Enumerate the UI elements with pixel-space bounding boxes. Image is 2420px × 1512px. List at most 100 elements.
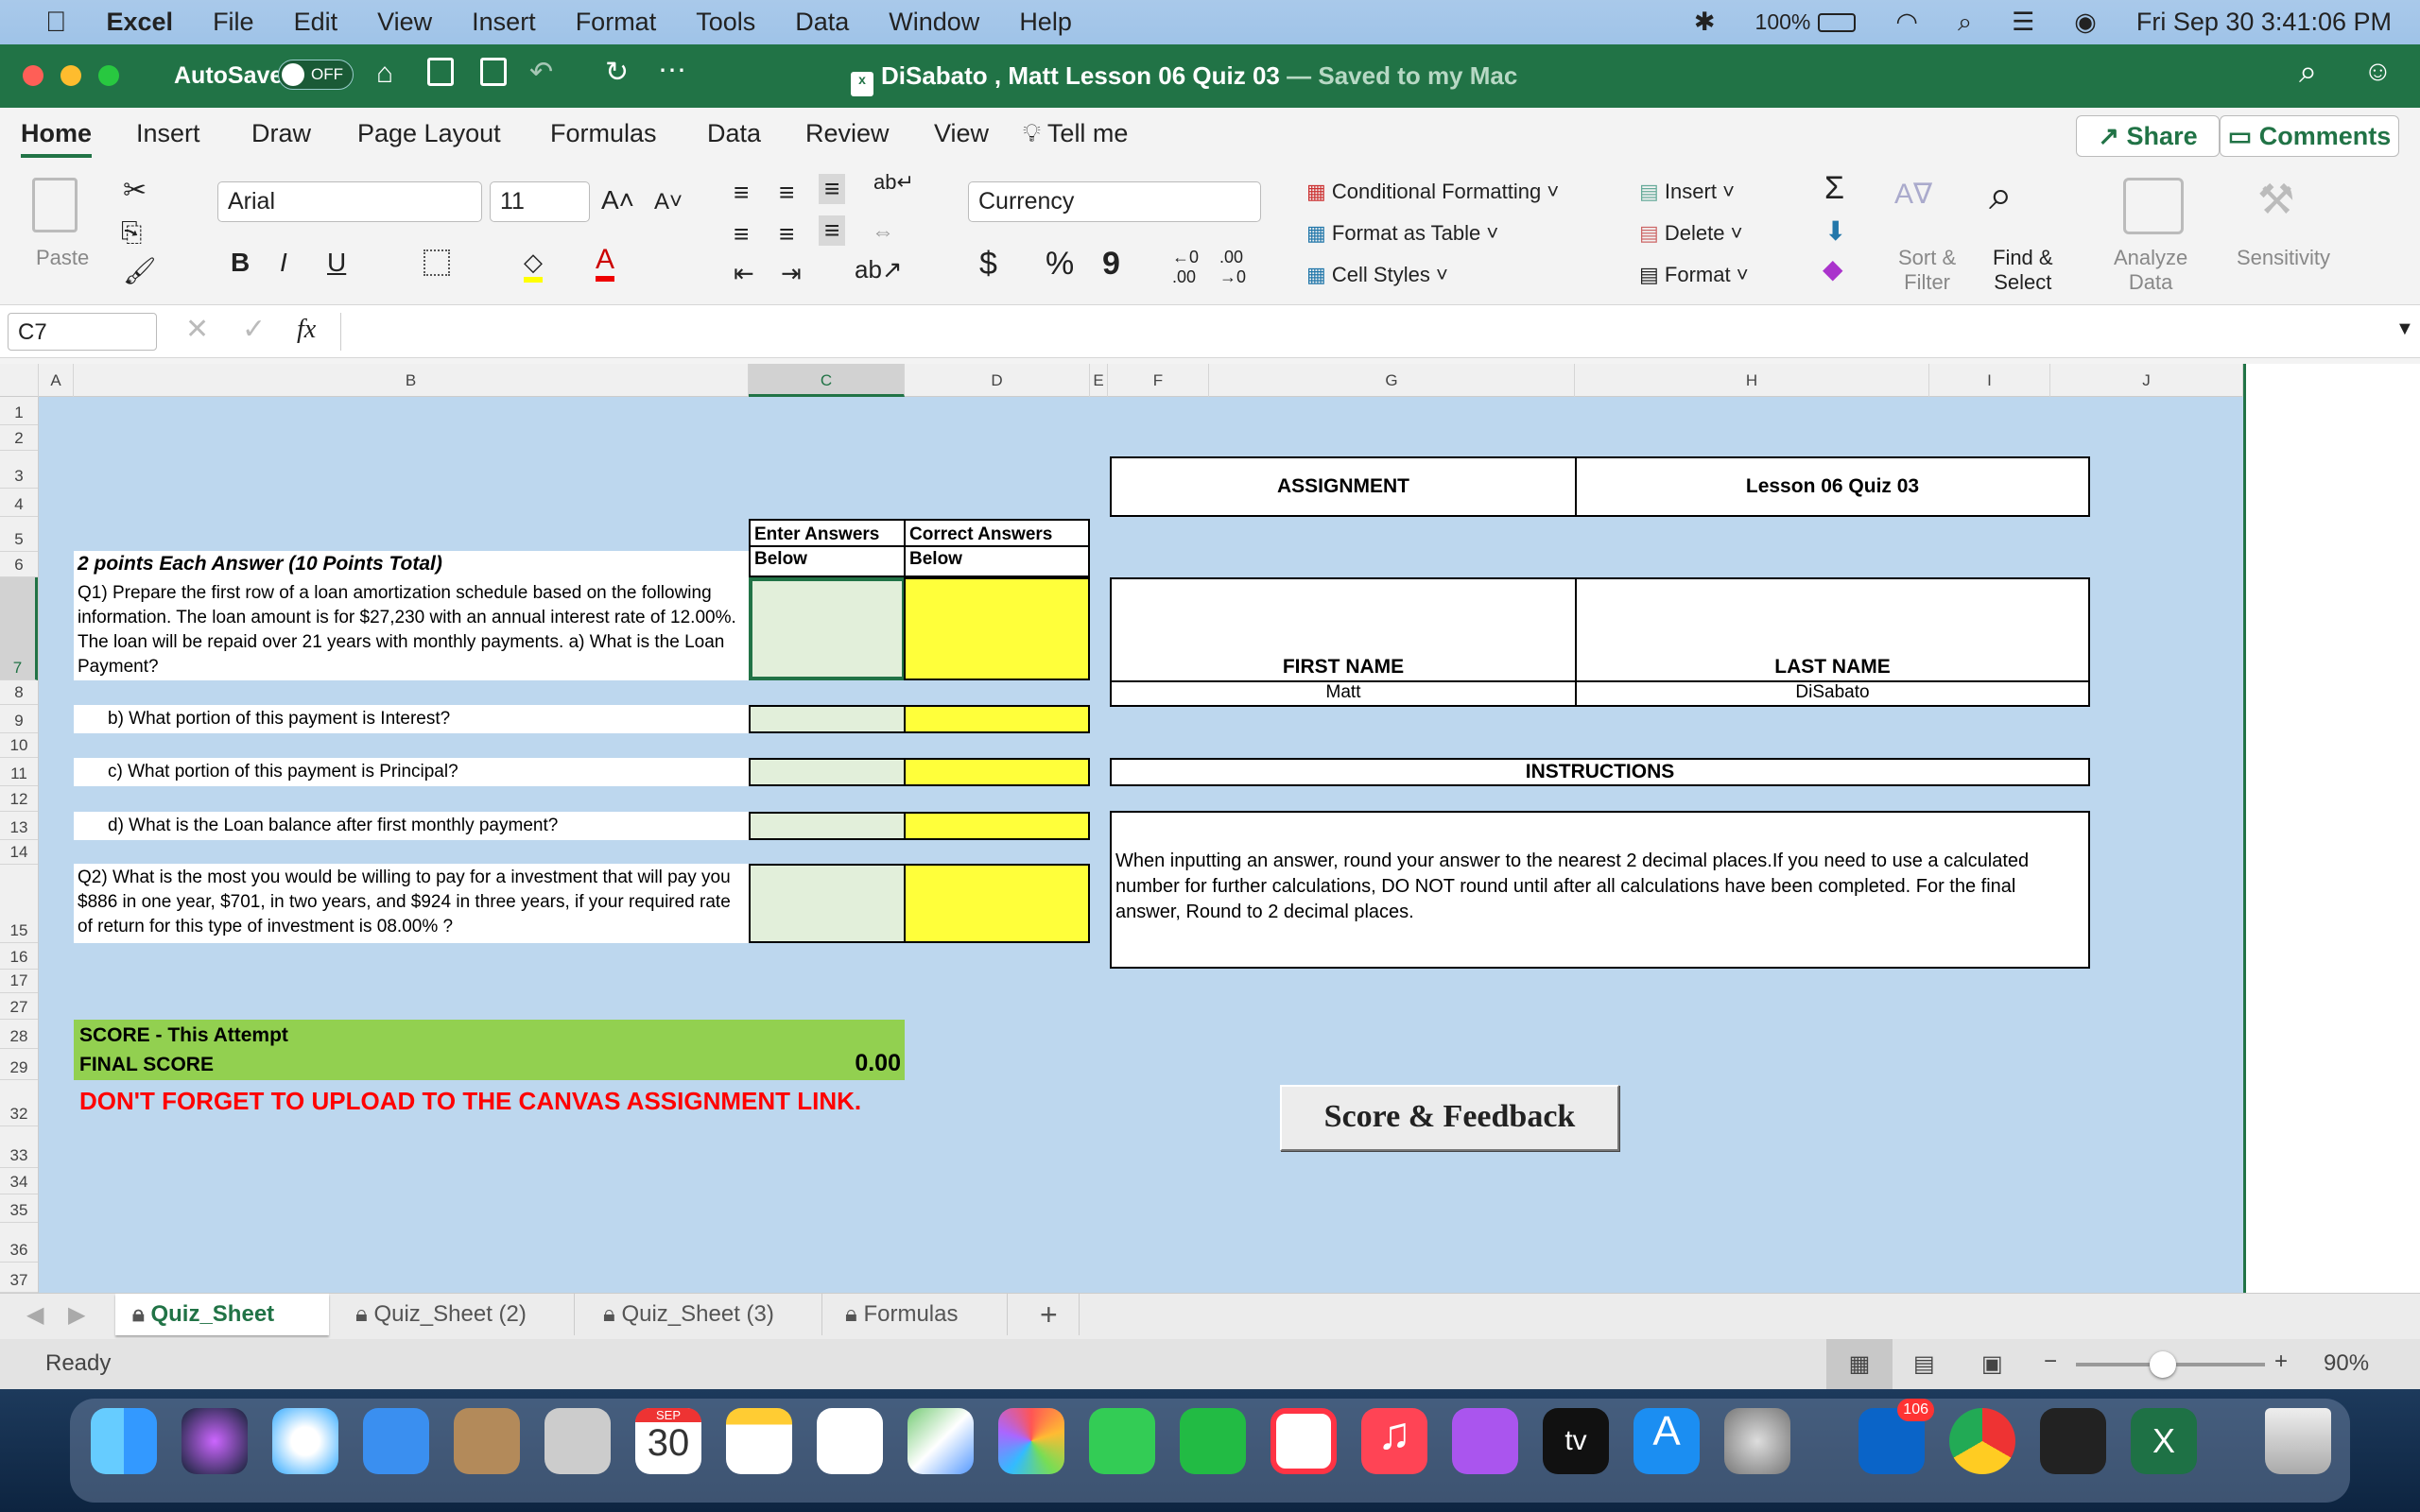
menu-data[interactable]: Data [795, 8, 849, 37]
normal-view-button[interactable]: ▦ [1826, 1339, 1893, 1389]
menu-format[interactable]: Format [576, 8, 657, 37]
sensitivity-button[interactable]: Sensitivity [2237, 246, 2330, 270]
format-as-table-button[interactable]: ▦ Format as Table ˅ [1306, 221, 1498, 246]
analyze-data-icon[interactable] [2123, 178, 2184, 234]
sheet-tab-quiz-sheet-3[interactable]: 🔒︎ Quiz_Sheet (3) [586, 1294, 822, 1335]
row-header-4[interactable]: 4 [0, 489, 38, 517]
align-center-icon[interactable]: ≡ [779, 219, 794, 249]
cancel-icon[interactable]: ✕ [185, 313, 209, 346]
redo-icon[interactable]: ↻ [605, 56, 629, 89]
autosum-icon[interactable]: Σ [1824, 170, 1844, 207]
decrease-font-icon[interactable]: A˅ [654, 189, 683, 215]
orientation-icon[interactable]: ab↗ [855, 255, 903, 284]
fill-icon[interactable]: ⬇ [1824, 215, 1846, 247]
outlook-icon[interactable]: 106 [1858, 1408, 1925, 1474]
row-header-32[interactable]: 32 [0, 1080, 38, 1126]
sheet-tab-formulas[interactable]: 🔒︎ Formulas [828, 1294, 1008, 1335]
messages-icon[interactable] [1089, 1408, 1155, 1474]
tab-formulas[interactable]: Formulas [550, 119, 657, 148]
row-header-15[interactable]: 15 [0, 865, 38, 943]
select-all-corner[interactable] [0, 364, 39, 397]
number-format-select[interactable]: Currency [968, 181, 1261, 222]
row-header-27[interactable]: 27 [0, 993, 38, 1020]
tab-page-layout[interactable]: Page Layout [357, 119, 501, 148]
mail-icon[interactable] [363, 1408, 429, 1474]
row-header-8[interactable]: 8 [0, 680, 38, 705]
sheet-tab-quiz-sheet[interactable]: 🔒︎ Quiz_Sheet [115, 1294, 329, 1335]
app-store-icon[interactable]: A [1634, 1408, 1700, 1474]
decrease-decimal-icon[interactable]: .00→0 [1219, 248, 1246, 287]
sensitivity-icon[interactable]: ⚒ [2257, 176, 2294, 224]
column-header-e[interactable]: E [1090, 364, 1108, 397]
bluetooth-icon[interactable]: ✱ [1694, 8, 1716, 37]
calendar-icon[interactable]: SEP 30 [635, 1408, 701, 1474]
siri-icon[interactable] [182, 1408, 248, 1474]
merge-icon[interactable]: ⇔ [872, 219, 894, 246]
answer-input-q1b[interactable] [749, 705, 906, 733]
column-header-h[interactable]: H [1575, 364, 1929, 397]
menu-insert[interactable]: Insert [472, 8, 536, 37]
comma-style-button[interactable]: 9 [1102, 246, 1120, 283]
row-header-3[interactable]: 3 [0, 451, 38, 489]
delete-cells-button[interactable]: ▤ Delete ˅ [1639, 221, 1742, 246]
zoom-level[interactable]: 90% [2324, 1350, 2369, 1377]
currency-button[interactable]: $ [979, 246, 997, 283]
row-header-12[interactable]: 12 [0, 786, 38, 812]
photos-icon[interactable] [998, 1408, 1064, 1474]
cut-icon[interactable]: ✂ [123, 174, 147, 207]
undo-icon[interactable]: ↶ [529, 56, 553, 89]
column-header-d[interactable]: D [905, 364, 1090, 397]
launchpad-icon[interactable] [544, 1408, 611, 1474]
row-header-13[interactable]: 13 [0, 812, 38, 840]
row-header-9[interactable]: 9 [0, 705, 38, 733]
activity-monitor-icon[interactable] [2040, 1408, 2106, 1474]
zoom-out-button[interactable]: − [2044, 1349, 2057, 1375]
enter-icon[interactable]: ✓ [242, 313, 266, 346]
clear-icon[interactable]: ◆ [1823, 253, 1843, 284]
answer-input-q1a[interactable] [749, 577, 906, 680]
search-icon[interactable]: ⌕ [2299, 54, 2317, 91]
column-header-i[interactable]: I [1929, 364, 2050, 397]
menu-window[interactable]: Window [889, 8, 979, 37]
page-break-view-button[interactable]: ▣ [1981, 1350, 2003, 1378]
row-header-2[interactable]: 2 [0, 425, 38, 451]
align-right-icon[interactable]: ≡ [819, 215, 845, 246]
column-header-b[interactable]: B [74, 364, 749, 397]
notes-icon[interactable] [726, 1408, 792, 1474]
answer-input-q1c[interactable] [749, 758, 906, 786]
font-color-icon[interactable]: A [596, 244, 614, 282]
row-header-6[interactable]: 6 [0, 552, 38, 577]
column-header-g[interactable]: G [1209, 364, 1575, 397]
decrease-indent-icon[interactable]: ⇤ [734, 259, 754, 288]
conditional-formatting-button[interactable]: ▦ Conditional Formatting ˅ [1306, 180, 1559, 204]
paste-button[interactable]: Paste [36, 246, 89, 270]
menu-file[interactable]: File [213, 8, 254, 37]
facetime-icon[interactable] [1180, 1408, 1246, 1474]
tab-data[interactable]: Data [707, 119, 761, 148]
contacts-icon[interactable] [454, 1408, 520, 1474]
menu-tools[interactable]: Tools [696, 8, 755, 37]
save-as-icon[interactable] [480, 58, 507, 86]
sort-filter-icon[interactable]: A∇ [1894, 178, 1932, 211]
menu-edit[interactable]: Edit [294, 8, 338, 37]
borders-icon[interactable] [424, 249, 450, 276]
menu-help[interactable]: Help [1019, 8, 1072, 37]
trash-icon[interactable] [2265, 1408, 2331, 1474]
zoom-slider[interactable] [2076, 1363, 2265, 1366]
align-bottom-icon[interactable]: ≡ [819, 174, 845, 204]
insert-cells-button[interactable]: ▤ Insert ˅ [1639, 180, 1735, 204]
answer-input-q1d[interactable] [749, 812, 906, 840]
next-sheet-arrow[interactable]: ▶ [68, 1301, 85, 1329]
maps-icon[interactable] [908, 1408, 974, 1474]
find-select-icon[interactable]: ⌕ [1989, 172, 2013, 219]
apple-icon[interactable]:  [45, 7, 67, 39]
music-icon[interactable]: ♫ [1361, 1408, 1427, 1474]
reminders-icon[interactable] [817, 1408, 883, 1474]
tab-home[interactable]: Home [21, 119, 92, 158]
column-header-a[interactable]: A [39, 364, 74, 397]
copy-icon[interactable]: ⎘ [121, 217, 142, 249]
formula-input[interactable] [340, 313, 2382, 351]
row-header-37[interactable]: 37 [0, 1263, 38, 1293]
row-header-34[interactable]: 34 [0, 1168, 38, 1194]
column-header-c[interactable]: C [749, 364, 905, 397]
